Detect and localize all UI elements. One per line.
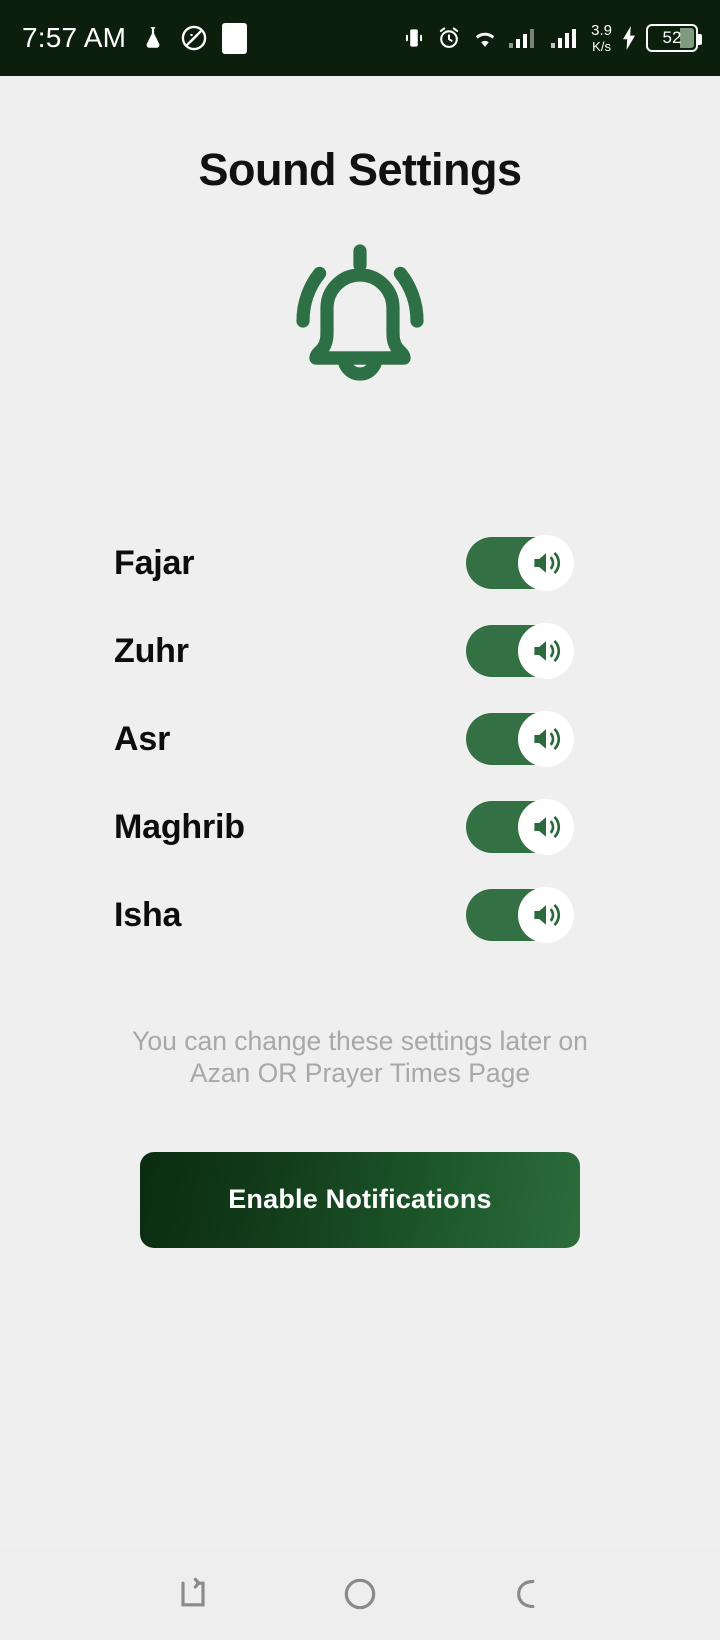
sound-toggle-fajar[interactable]: [466, 535, 574, 591]
app-screen: 7:57 AM 3.9 K/s 52 Sound Settings Fajar …: [0, 0, 720, 1640]
android-navigation-bar: [0, 1548, 720, 1640]
home-button[interactable]: [325, 1559, 395, 1629]
battery-fill: [680, 28, 694, 48]
network-speed-unit: K/s: [592, 39, 611, 54]
hint-line-1: You can change these settings later on: [132, 1026, 588, 1056]
status-bar-left: 7:57 AM: [22, 22, 248, 54]
prayer-row: Fajar: [0, 519, 720, 607]
no-rotation-icon: [180, 24, 208, 52]
toggle-thumb: [518, 535, 574, 591]
bell-ringing-icon: [272, 232, 448, 407]
speaker-on-icon: [534, 728, 561, 750]
vibrate-icon: [401, 25, 427, 51]
alarm-icon: [436, 25, 462, 51]
signal-icon-1: [508, 25, 542, 51]
prayer-name-isha: Isha: [114, 895, 182, 934]
prayer-name-asr: Asr: [114, 719, 171, 758]
toggle-thumb: [518, 887, 574, 943]
toggle-thumb: [518, 799, 574, 855]
home-circle-icon: [344, 1578, 376, 1610]
status-bar: 7:57 AM 3.9 K/s 52: [0, 0, 720, 76]
prayer-row: Isha: [0, 871, 720, 959]
charging-bolt-icon: [621, 26, 637, 50]
sound-toggle-maghrib[interactable]: [466, 799, 574, 855]
sound-toggle-zuhr[interactable]: [466, 623, 574, 679]
speaker-on-icon: [534, 904, 561, 926]
prayer-row: Asr: [0, 695, 720, 783]
bell-icon-container: [0, 232, 720, 407]
prayer-row: Maghrib: [0, 783, 720, 871]
prayer-list: Fajar Zuhr Asr Maghrib Isha: [0, 519, 720, 959]
page-title: Sound Settings: [198, 144, 523, 195]
battery-percent: 52: [662, 28, 682, 47]
recents-icon: [181, 1577, 205, 1607]
wifi-icon: [471, 26, 499, 50]
prayer-row: Zuhr: [0, 607, 720, 695]
speaker-on-icon: [534, 640, 561, 662]
sound-toggle-isha[interactable]: [466, 887, 574, 943]
back-button[interactable]: [492, 1559, 562, 1629]
toggle-thumb: [518, 711, 574, 767]
status-bar-right: 3.9 K/s 52: [401, 23, 702, 53]
prayer-name-maghrib: Maghrib: [114, 807, 245, 846]
cta-container: Enable Notifications: [0, 1151, 720, 1248]
flask-icon: [140, 23, 166, 53]
signal-icon-2: [551, 25, 581, 51]
hint-line-2: Azan OR Prayer Times Page: [189, 1058, 531, 1089]
network-speed-value: 3.9: [591, 22, 612, 39]
speaker-on-icon: [534, 552, 561, 574]
network-speed: 3.9 K/s: [591, 23, 612, 53]
recents-button[interactable]: [158, 1559, 228, 1629]
battery-indicator: 52: [646, 24, 702, 52]
battery-shell: 52: [646, 24, 702, 52]
prayer-name-zuhr: Zuhr: [114, 631, 189, 670]
enable-notifications-button[interactable]: Enable Notifications: [140, 1151, 580, 1248]
prayer-name-fajar: Fajar: [114, 543, 195, 582]
back-icon: [516, 1579, 535, 1609]
hint-text: You can change these settings later on A…: [0, 1025, 720, 1090]
sound-toggle-asr[interactable]: [466, 711, 574, 767]
speaker-on-icon: [534, 816, 561, 838]
main-content: Sound Settings Fajar Zuhr Asr Maghrib Is…: [0, 76, 720, 1548]
toggle-thumb: [518, 623, 574, 679]
white-square-icon: [222, 22, 248, 54]
status-bar-clock: 7:57 AM: [22, 22, 127, 53]
